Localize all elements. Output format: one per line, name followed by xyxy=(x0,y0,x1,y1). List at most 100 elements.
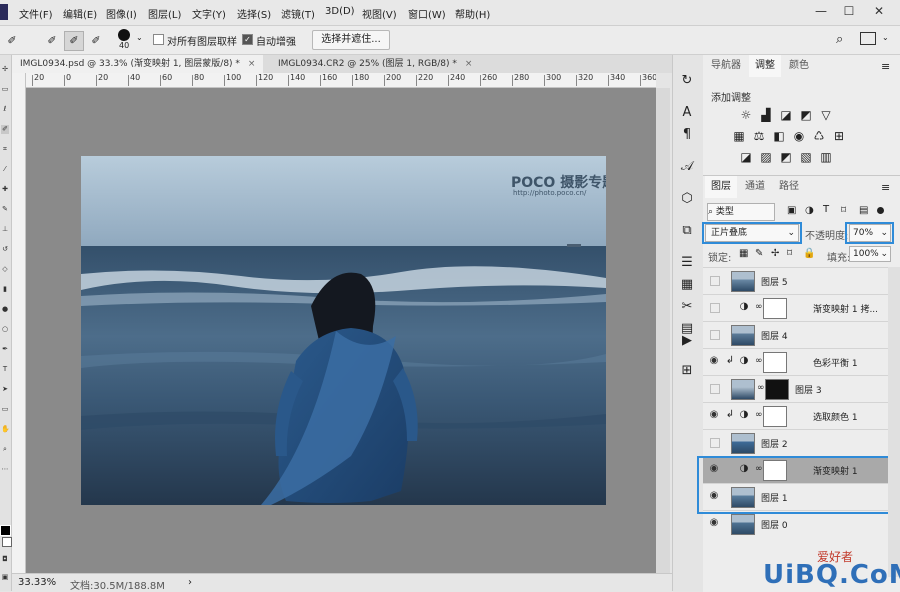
lasso-tool-icon[interactable]: ℓ xyxy=(1,105,9,114)
search-icon[interactable]: ⌕ xyxy=(836,32,843,47)
visibility-toggle[interactable] xyxy=(710,384,720,394)
blur-tool-icon[interactable]: ● xyxy=(1,305,9,314)
layer-thumbnail[interactable] xyxy=(731,514,755,535)
close-icon[interactable]: × xyxy=(248,59,256,69)
select-and-mask-button[interactable]: 选择并遮住... xyxy=(312,30,390,50)
chevron-down-icon[interactable]: ⌄ xyxy=(882,33,889,42)
type-filter-icon[interactable]: T xyxy=(823,204,829,215)
fill-input[interactable]: 100% ⌄ xyxy=(849,246,891,262)
minimize-button[interactable]: — xyxy=(808,2,834,20)
photo-filter-icon[interactable]: ◉ xyxy=(793,130,805,142)
visibility-toggle[interactable] xyxy=(710,303,720,313)
vibrance-icon[interactable]: ▽ xyxy=(820,109,832,121)
layer-row[interactable]: 图层 5 xyxy=(703,267,888,294)
status-menu-arrow[interactable]: › xyxy=(188,577,192,588)
close-window-button[interactable]: ✕ xyxy=(866,2,892,20)
layer-mask-thumbnail[interactable] xyxy=(763,298,787,319)
eraser-tool-icon[interactable]: ◇ xyxy=(1,265,9,274)
3d-panel-icon[interactable]: ⬡ xyxy=(679,191,695,207)
layer-mask-thumbnail[interactable] xyxy=(763,352,787,373)
actions-panel-icon[interactable]: ▶ xyxy=(679,333,695,349)
subtract-selection-icon[interactable]: ✐ xyxy=(86,31,106,51)
ruler-vertical[interactable] xyxy=(12,87,26,573)
ruler-horizontal[interactable]: 20 0 20 40 60 80 100 120 140 160 180 200 220 240 260 28… xyxy=(26,73,656,88)
layer-thumbnail[interactable] xyxy=(731,271,755,292)
sample-all-layers-checkbox[interactable] xyxy=(153,34,164,45)
smart-object-filter-icon[interactable]: ▤ xyxy=(859,205,868,216)
properties-panel-icon[interactable]: ☰ xyxy=(679,255,695,271)
new-selection-icon[interactable]: ✐ xyxy=(42,31,62,51)
panel-menu-icon[interactable]: ≡ xyxy=(881,60,890,73)
character-panel-icon[interactable]: A xyxy=(679,105,695,121)
tab-navigator[interactable]: 导航器 xyxy=(705,55,747,77)
brush-tool-icon[interactable]: ✎ xyxy=(1,205,9,214)
brush-preset-icon[interactable] xyxy=(118,29,130,41)
layer-thumbnail[interactable] xyxy=(731,379,755,400)
quick-selection-tool-icon[interactable]: ✐ xyxy=(2,31,22,51)
layer-thumbnail[interactable] xyxy=(731,433,755,454)
pixel-filter-icon[interactable]: ▣ xyxy=(787,205,796,216)
clone-source-panel-icon[interactable]: ⧉ xyxy=(679,223,695,239)
chevron-down-icon[interactable]: ⌄ xyxy=(136,33,143,42)
hue-saturation-icon[interactable]: ▦ xyxy=(733,130,745,142)
maximize-button[interactable]: ☐ xyxy=(836,2,862,20)
posterize-icon[interactable]: ▨ xyxy=(760,151,772,163)
layer-row[interactable]: 图层 4 xyxy=(703,321,888,348)
link-icon[interactable]: ∞ xyxy=(755,410,763,420)
layer-thumbnail[interactable] xyxy=(731,325,755,346)
shape-filter-icon[interactable]: ⌑ xyxy=(841,205,846,216)
workspace-icon[interactable] xyxy=(860,32,876,45)
tool-presets-panel-icon[interactable]: ✂ xyxy=(679,299,695,315)
layer-row[interactable]: ◉ ↲ ◑ ∞ 色彩平衡 1 xyxy=(703,348,888,375)
gradient-tool-icon[interactable]: ▮ xyxy=(1,285,9,294)
tab-channels[interactable]: 通道 xyxy=(739,176,771,198)
menu-view[interactable]: 视图(V) xyxy=(362,6,397,21)
eye-icon[interactable]: ◉ xyxy=(709,356,719,366)
lock-all-icon[interactable]: 🔒 xyxy=(803,248,815,259)
layer-mask-thumbnail[interactable] xyxy=(763,406,787,427)
layer-row[interactable]: 图层 2 xyxy=(703,429,888,456)
zoom-level[interactable]: 33.33% xyxy=(18,577,56,588)
gradient-map-icon[interactable]: ▧ xyxy=(800,151,812,163)
canvas-area[interactable]: POCO 摄影专题 http://photo.poco.cn/ xyxy=(26,88,656,573)
auto-enhance-checkbox[interactable]: ✓ xyxy=(242,34,253,45)
menu-edit[interactable]: 编辑(E) xyxy=(63,6,97,21)
dodge-tool-icon[interactable]: ○ xyxy=(1,325,9,334)
eyedropper-tool-icon[interactable]: ⁄ xyxy=(1,165,9,174)
stamp-tool-icon[interactable]: ⊥ xyxy=(1,225,9,234)
layer-kind-filter[interactable]: ⌕ 类型 xyxy=(707,203,775,221)
invert-icon[interactable]: ◪ xyxy=(740,151,752,163)
move-tool-icon[interactable]: ✢ xyxy=(1,65,9,74)
layer-row[interactable]: ∞ 图层 3 xyxy=(703,375,888,402)
lock-pixels-icon[interactable]: ✎ xyxy=(755,248,763,259)
filter-toggle-icon[interactable] xyxy=(877,207,884,214)
lock-position-icon[interactable]: ✢ xyxy=(771,248,779,259)
layer-mask-thumbnail[interactable] xyxy=(765,379,789,400)
menu-select[interactable]: 选择(S) xyxy=(237,6,271,21)
more-tools-icon[interactable]: ⋯ xyxy=(1,465,9,474)
glyphs-panel-icon[interactable]: 𝒜 xyxy=(679,159,695,175)
quick-mask-icon[interactable]: ◘ xyxy=(1,555,9,564)
tab-color[interactable]: 颜色 xyxy=(783,55,815,77)
visibility-toggle[interactable] xyxy=(710,276,720,286)
menu-type[interactable]: 文字(Y) xyxy=(192,6,226,21)
shape-tool-icon[interactable]: ▭ xyxy=(1,405,9,414)
zoom-tool-icon[interactable]: ⌕ xyxy=(1,445,9,454)
foreground-color-swatch[interactable] xyxy=(0,525,11,536)
exposure-icon[interactable]: ◩ xyxy=(800,109,812,121)
brush-settings-panel-icon[interactable]: ⊞ xyxy=(679,363,695,379)
adjustment-filter-icon[interactable]: ◑ xyxy=(805,205,814,216)
color-balance-icon[interactable]: ⚖ xyxy=(753,130,765,142)
levels-icon[interactable]: ▟ xyxy=(760,109,772,121)
channel-mixer-icon[interactable]: ♺ xyxy=(813,130,825,142)
curves-icon[interactable]: ◪ xyxy=(780,109,792,121)
visibility-toggle[interactable] xyxy=(710,330,720,340)
marquee-tool-icon[interactable]: ▭ xyxy=(1,85,9,94)
tab-document-cr2[interactable]: IMGL0934.CR2 @ 25% (图层 1, RGB/8) * × xyxy=(270,55,480,73)
close-icon[interactable]: × xyxy=(465,59,473,69)
menu-layer[interactable]: 图层(L) xyxy=(148,6,181,21)
lock-transparency-icon[interactable]: ▦ xyxy=(739,248,748,259)
background-color-swatch[interactable] xyxy=(2,537,12,547)
selective-color-icon[interactable]: ▥ xyxy=(820,151,832,163)
pen-tool-icon[interactable]: ✒ xyxy=(1,345,9,354)
